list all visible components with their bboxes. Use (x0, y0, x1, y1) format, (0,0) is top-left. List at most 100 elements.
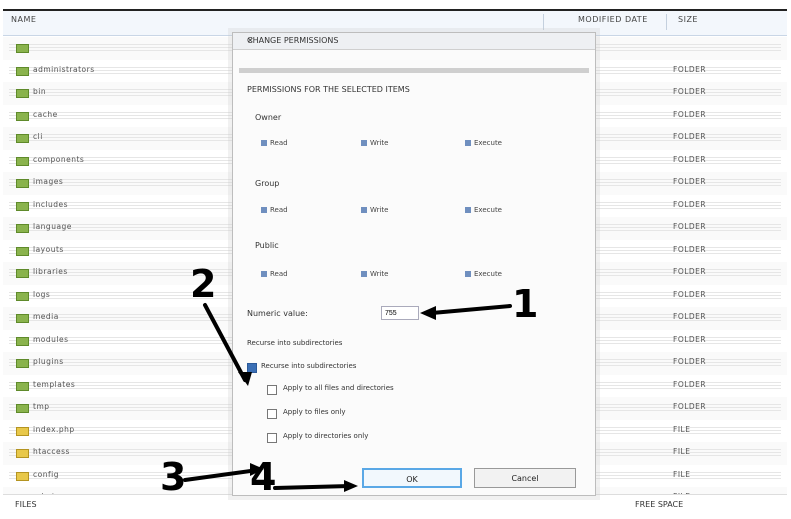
item-size: FOLDER (673, 154, 707, 164)
recurse-checkbox-label: Recurse into subdirectories (261, 362, 357, 370)
item-name: tmp (33, 402, 50, 411)
item-size: FOLDER (673, 357, 707, 366)
owner-label: Owner (255, 113, 282, 122)
col-size-header[interactable]: SIZE (678, 15, 698, 24)
item-size: FOLDER (673, 267, 707, 276)
group-read-checkbox[interactable]: Read (261, 206, 288, 214)
item-name: templates (33, 379, 76, 389)
recurse-note: Recurse into subdirectories (247, 339, 343, 347)
radio-all-label: Apply to all files and directories (283, 384, 394, 392)
cancel-button[interactable]: Cancel (474, 468, 576, 488)
folder-icon (16, 381, 29, 391)
item-name: libraries (33, 267, 68, 276)
item-name: bin (33, 87, 47, 96)
group-write-checkbox[interactable]: Write (361, 206, 388, 214)
callout-2: 2 (190, 262, 217, 306)
item-name: layouts (33, 244, 64, 254)
status-files: FILES (15, 500, 37, 509)
item-name: index.php (33, 424, 75, 434)
numeric-value-input[interactable] (381, 306, 419, 320)
item-size: FOLDER (673, 334, 707, 344)
folder-icon (16, 89, 29, 98)
item-name: modules (33, 334, 69, 344)
column-divider[interactable] (543, 14, 544, 30)
item-size: FOLDER (673, 87, 707, 96)
public-write-checkbox[interactable]: Write (361, 270, 388, 278)
folder-icon (16, 336, 29, 346)
folder-icon (16, 111, 29, 121)
owner-execute-checkbox[interactable]: Execute (465, 139, 502, 147)
dialog-divider (239, 68, 589, 73)
callout-3: 3 (160, 455, 187, 499)
item-name: plugins (33, 357, 64, 366)
folder-icon (16, 291, 29, 301)
item-size: FOLDER (673, 109, 707, 119)
public-label: Public (255, 241, 279, 250)
callout-4: 4 (250, 455, 277, 499)
status-bar: FILES FREE SPACE (3, 494, 787, 517)
recurse-checkbox[interactable] (247, 363, 257, 373)
col-name-header[interactable]: NAME (11, 15, 36, 24)
item-name: cli (33, 132, 43, 141)
item-size: FILE (673, 424, 691, 434)
item-size: FILE (673, 469, 691, 479)
group-execute-checkbox[interactable]: Execute (465, 206, 502, 214)
item-name: cache (33, 109, 58, 119)
item-name: htaccess (33, 447, 70, 456)
item-name: components (33, 154, 85, 164)
group-label: Group (255, 179, 280, 188)
column-divider[interactable] (666, 14, 667, 30)
close-icon[interactable]: ✕ (247, 36, 573, 45)
item-name: images (33, 177, 64, 186)
status-space: FREE SPACE (635, 500, 684, 509)
folder-icon (16, 404, 29, 413)
item-size: FOLDER (673, 289, 707, 299)
numeric-label: Numeric value: (247, 309, 308, 318)
file-icon (16, 426, 29, 436)
folder-icon (16, 269, 29, 278)
owner-read-checkbox[interactable]: Read (261, 139, 288, 147)
dialog-titlebar: CHANGE PERMISSIONS ✕ (233, 33, 595, 50)
item-size: FOLDER (673, 312, 707, 321)
callout-1: 1 (512, 282, 539, 326)
public-read-checkbox[interactable]: Read (261, 270, 288, 278)
radio-files[interactable] (267, 409, 277, 419)
owner-write-checkbox[interactable]: Write (361, 139, 388, 147)
folder-icon (16, 359, 29, 368)
item-size: FOLDER (673, 402, 707, 411)
col-modified-header[interactable]: MODIFIED DATE (578, 15, 648, 24)
item-name: includes (33, 199, 69, 209)
radio-dirs-label: Apply to directories only (283, 432, 369, 440)
item-size: FILE (673, 447, 691, 456)
item-size: FOLDER (673, 177, 707, 186)
permissions-dialog: CHANGE PERMISSIONS ✕ PERMISSIONS FOR THE… (232, 32, 596, 496)
item-name: config (33, 469, 59, 479)
public-execute-checkbox[interactable]: Execute (465, 270, 502, 278)
item-size: FOLDER (673, 222, 707, 231)
folder-icon (16, 224, 29, 233)
ok-button[interactable]: OK (362, 468, 462, 488)
folder-icon (16, 179, 29, 188)
radio-dirs[interactable] (267, 433, 277, 443)
item-name: logs (33, 289, 51, 299)
item-size: FOLDER (673, 379, 707, 389)
folder-icon (16, 156, 29, 166)
folder-icon (16, 201, 29, 211)
folder-icon (16, 134, 29, 143)
folder-icon (16, 66, 29, 76)
item-size: FOLDER (673, 244, 707, 254)
folder-icon (16, 314, 29, 323)
radio-all[interactable] (267, 385, 277, 395)
folder-icon (16, 44, 29, 53)
item-size: FOLDER (673, 199, 707, 209)
item-name: media (33, 312, 59, 321)
radio-files-label: Apply to files only (283, 408, 346, 416)
file-icon (16, 471, 29, 481)
folder-icon (16, 246, 29, 256)
item-size: FOLDER (673, 64, 707, 74)
file-icon (16, 449, 29, 458)
item-size: FOLDER (673, 132, 707, 141)
dialog-heading: PERMISSIONS FOR THE SELECTED ITEMS (247, 85, 410, 94)
item-name: language (33, 222, 72, 231)
item-name: administrators (33, 64, 95, 74)
